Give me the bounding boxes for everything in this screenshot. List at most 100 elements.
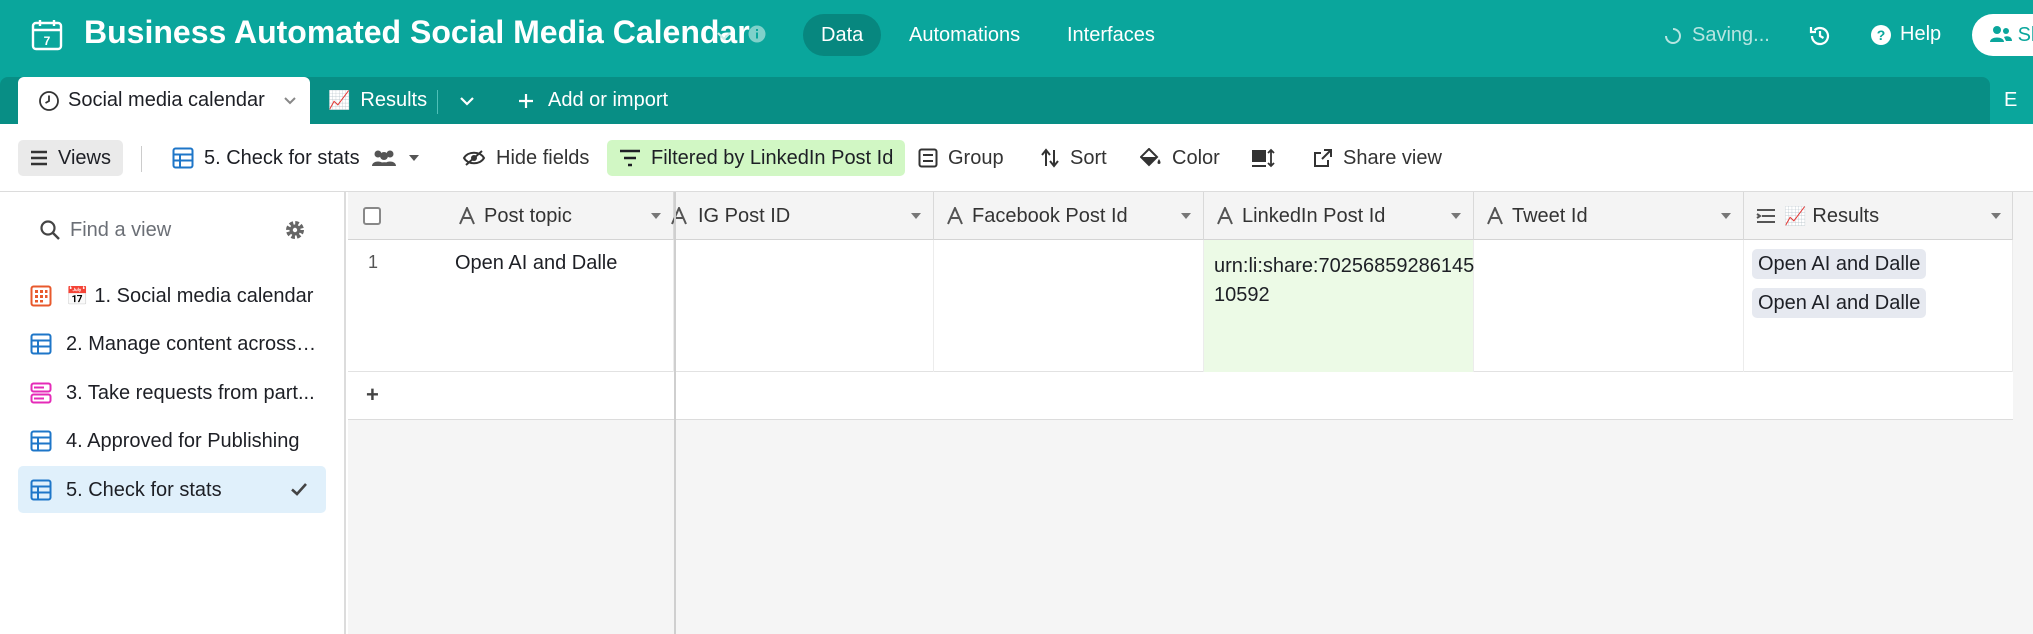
caret-down-icon[interactable] [1450,212,1462,220]
current-view-button[interactable]: 5. Check for stats [172,140,420,176]
grid-header-row: Post topic IG Post ID Facebook Post Id L… [348,192,2013,240]
result-chip[interactable]: Open AI and Dalle [1752,288,1927,318]
app-header: 7 Business Automated Social Media Calend… [0,0,2033,72]
nav-interfaces-button[interactable]: Interfaces [1049,14,1173,56]
grid-view-icon [30,479,52,501]
help-icon: ? [1871,24,1891,45]
spinner-icon [1665,27,1681,44]
gear-icon[interactable] [283,218,307,242]
history-icon[interactable] [1808,24,1832,48]
calendar-view-icon [30,285,52,307]
paint-bucket-icon [1140,148,1161,167]
tab-social-media-calendar[interactable]: Social media calendar [18,77,310,124]
users-icon [1990,26,2012,42]
select-all-checkbox[interactable] [363,207,381,225]
group-icon [918,148,938,168]
info-icon[interactable] [747,24,767,44]
chevron-down-icon[interactable] [714,26,734,46]
base-title[interactable]: Business Automated Social Media Calendar [84,14,750,51]
sidebar-item-label: 3. Take requests from part... [66,382,315,404]
result-chip[interactable]: Open AI and Dalle [1752,249,1927,279]
views-toggle-button[interactable]: Views [18,140,123,176]
caret-down-icon[interactable] [1180,212,1192,220]
hide-fields-label: Hide fields [496,147,590,169]
sidebar-item-manage-content[interactable]: 2. Manage content across ... [18,320,326,367]
filter-button[interactable]: Filtered by LinkedIn Post Id [607,140,906,176]
color-button[interactable]: Color [1140,140,1220,176]
cell-ig-post-id[interactable] [676,240,934,372]
tab-results[interactable]: 📈 Results [328,89,427,112]
sidebar-item-label: 2. Manage content across ... [66,333,318,355]
views-label: Views [58,147,111,169]
caret-down-icon[interactable] [910,212,922,220]
caret-down-icon[interactable] [650,212,662,220]
text-field-icon [1217,207,1233,225]
column-header-tweet-id[interactable]: Tweet Id [1474,192,1744,240]
extensions-tab-partial[interactable]: E [2004,89,2017,112]
chevron-down-icon[interactable] [282,92,298,108]
share-label: Share [2017,24,2033,46]
caret-down-icon[interactable] [1720,212,1732,220]
sidebar-item-social-media-calendar[interactable]: 📅 1. Social media calendar [18,272,326,319]
plus-icon [519,93,533,108]
text-field-icon [671,207,687,225]
table-row[interactable]: 1 Open AI and Dalle urn:li:share:7025685… [348,240,2013,372]
column-header-label: IG Post ID [698,205,791,227]
sidebar-item-take-requests[interactable]: 3. Take requests from part... [18,369,326,416]
nav-automations-button[interactable]: Automations [891,14,1038,56]
eye-slash-icon [462,150,486,166]
column-header-facebook-post-id[interactable]: Facebook Post Id [934,192,1204,240]
filter-label: Filtered by LinkedIn Post Id [651,147,894,169]
sort-icon [1041,148,1059,168]
help-button[interactable]: ? Help [1870,23,1941,46]
add-row-button[interactable]: + [348,372,2013,420]
help-label: Help [1900,23,1942,45]
add-or-import-label: Add or import [548,89,669,111]
collaborative-users-icon [371,150,396,166]
caret-down-icon [408,155,419,161]
column-header-ig-post-id[interactable]: IG Post ID [671,192,934,240]
share-button[interactable]: Share [1972,14,2033,56]
calendar-app-icon[interactable]: 7 [30,18,64,52]
cell-results[interactable]: Open AI and Dalle Open AI and Dalle [1744,240,2013,372]
frozen-column-divider[interactable] [674,192,676,634]
filter-icon [620,149,640,167]
add-or-import-button[interactable]: Add or import [518,89,668,112]
hide-fields-button[interactable]: Hide fields [462,140,589,176]
nav-data-button[interactable]: Data [803,14,882,56]
svg-text:?: ? [1877,27,1886,43]
column-header-label: Tweet Id [1512,205,1588,227]
row-number: 1 [368,252,379,272]
calendar-emoji-icon: 📅 [66,286,89,306]
text-field-icon [459,207,475,225]
group-button[interactable]: Group [918,140,1004,176]
column-header-label: Results [1812,205,1880,227]
cell-post-topic[interactable]: 1 Open AI and Dalle [348,240,674,372]
column-header-linkedin-post-id[interactable]: LinkedIn Post Id [1204,192,1474,240]
cell-tweet-id[interactable] [1474,240,1744,372]
sort-button[interactable]: Sort [1040,140,1107,176]
caret-down-icon[interactable] [1990,212,2002,220]
records-grid: Post topic IG Post ID Facebook Post Id L… [348,192,2033,634]
svg-text:7: 7 [44,34,51,48]
column-header-label: LinkedIn Post Id [1242,205,1386,227]
find-view-input[interactable] [70,212,270,248]
row-height-button[interactable] [1251,140,1275,176]
cell-linkedin-post-id[interactable]: urn:li:share:70256859286145 10592 [1204,240,1474,372]
share-view-label: Share view [1343,147,1442,169]
sidebar-item-label: 4. Approved for Publishing [66,430,300,452]
grid-view-icon [172,147,194,169]
column-header-post-topic[interactable]: Post topic [348,192,674,240]
column-header-results[interactable]: 📈 Results [1744,192,2013,240]
search-icon [40,220,60,240]
cell-facebook-post-id[interactable] [934,240,1204,372]
current-view-label: 5. Check for stats [204,147,360,169]
sidebar-item-check-for-stats[interactable]: 5. Check for stats [18,466,326,513]
chevron-down-icon[interactable] [458,92,476,110]
text-field-icon [947,207,963,225]
sidebar-item-approved-for-publishing[interactable]: 4. Approved for Publishing [18,417,326,464]
tab-label: Results [360,89,428,111]
external-share-icon [1314,149,1332,167]
share-view-button[interactable]: Share view [1313,140,1442,176]
form-view-icon [30,382,52,404]
